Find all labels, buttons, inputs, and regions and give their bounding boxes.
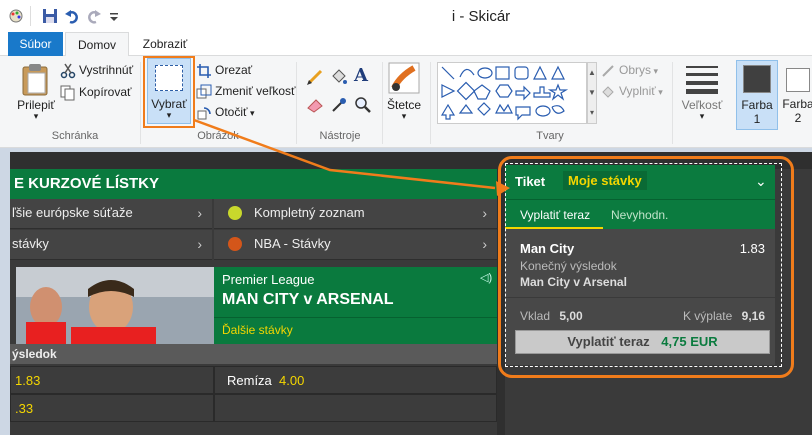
sidebar-item-bets[interactable]: stávky › <box>10 230 212 260</box>
outline-button[interactable]: Obrys ▾ <box>600 60 658 80</box>
player-photo <box>16 267 214 345</box>
brush-icon[interactable] <box>388 62 420 94</box>
row-label: stávky <box>12 236 49 251</box>
row-label: NBA - Stávky <box>254 236 331 251</box>
copy-label: Kopírovať <box>79 85 132 99</box>
title-bar: i - Skicár <box>0 0 812 32</box>
outline-icon <box>602 65 614 77</box>
color2-label: Farba <box>782 97 812 111</box>
color1-number: 1 <box>753 112 761 126</box>
shapes-grid-icon <box>440 65 569 121</box>
color1-label: Farba <box>741 98 773 112</box>
tennis-ball-icon <box>228 206 242 220</box>
copy-button[interactable]: Kopírovať <box>60 82 132 102</box>
group-separator <box>296 62 297 144</box>
draw-label: Remíza <box>227 373 272 388</box>
text-tool-icon[interactable]: A <box>354 65 368 86</box>
brushes-dropdown-icon[interactable]: ▾ <box>382 111 426 122</box>
tab-home[interactable]: Domov <box>65 32 129 57</box>
more-bets-link[interactable]: Ďalšie stávky <box>222 323 293 337</box>
magnifier-icon[interactable] <box>354 96 372 114</box>
color1-button[interactable]: Farba 1 <box>736 60 778 130</box>
chevron-right-icon: › <box>197 236 202 252</box>
row-label: Kompletný zoznam <box>254 205 365 220</box>
odd-draw[interactable]: Remíza 4.00 <box>214 366 497 394</box>
crop-icon <box>197 63 211 78</box>
match-title: MAN CITY v ARSENAL <box>222 291 394 308</box>
league-name: Premier League <box>222 272 315 287</box>
paste-button[interactable]: Prilepiť <box>14 98 58 112</box>
brushes-button[interactable]: Štetce <box>382 98 426 112</box>
draw-value: 4.00 <box>279 373 305 388</box>
group-separator <box>430 62 431 144</box>
odd-home-value: 1.83 <box>15 373 41 388</box>
fill-label: Vyplniť <box>619 84 656 98</box>
outline-label: Obrys <box>619 63 652 77</box>
color2-number: 2 <box>794 111 802 125</box>
shapes-group-label: Tvary <box>536 130 564 142</box>
pencil-icon[interactable] <box>306 68 324 86</box>
betting-header: E KURZOVÉ LÍSTKY <box>14 175 160 192</box>
odd-empty <box>214 394 497 422</box>
color1-swatch <box>743 65 771 93</box>
crop-label: Orezať <box>215 63 253 77</box>
rotate-button[interactable]: Otočiť ▾ <box>196 102 255 122</box>
tools-group-label: Nástroje <box>319 130 361 142</box>
resize-label: Zmeniť veľkosť <box>215 84 296 98</box>
copy-icon <box>60 85 75 101</box>
group-separator <box>672 62 673 144</box>
rotate-label: Otočiť <box>215 105 248 119</box>
rotate-dropdown-icon: ▾ <box>247 108 255 118</box>
shapes-gallery[interactable] <box>437 62 587 124</box>
cut-button[interactable]: Vystrihnúť <box>60 60 133 80</box>
row-label: ľšie európske súťaže <box>12 205 133 220</box>
fill-dropdown-icon: ▾ <box>655 87 663 97</box>
eraser-icon[interactable] <box>306 96 324 114</box>
image-group-label: Obrázok <box>197 130 239 142</box>
odd-away[interactable]: .33 <box>10 394 214 422</box>
chevron-right-icon: › <box>197 205 202 221</box>
chevron-right-icon: › <box>482 236 487 252</box>
size-button[interactable]: Veľkosť <box>676 98 728 112</box>
highlight-ticket <box>498 156 794 378</box>
resize-icon <box>196 84 212 99</box>
cut-label: Vystrihnúť <box>79 63 134 77</box>
odd-away-value: .33 <box>15 401 34 416</box>
chevron-right-icon: › <box>482 205 487 221</box>
paste-dropdown-icon[interactable]: ▾ <box>14 111 58 122</box>
sidebar-item-full-list[interactable]: Kompletný zoznam › <box>214 199 497 229</box>
basketball-icon <box>228 237 242 251</box>
rotate-icon <box>197 107 211 120</box>
window-title: i - Skicár <box>451 8 511 25</box>
match-card[interactable]: Premier League MAN CITY v ARSENAL ◁) Ďal… <box>214 267 497 344</box>
divider <box>214 317 497 318</box>
outline-dropdown-icon: ▾ <box>651 66 659 76</box>
betting-header-bar: E KURZOVÉ LÍSTKY <box>10 169 497 199</box>
sidebar-item-european[interactable]: ľšie európske súťaže › <box>10 199 212 229</box>
sound-icon[interactable]: ◁) <box>480 271 492 284</box>
color-picker-icon[interactable] <box>330 96 348 114</box>
sidebar-item-nba[interactable]: NBA - Stávky › <box>214 230 497 260</box>
result-bar: ýsledok <box>10 344 497 364</box>
size-dropdown-icon[interactable]: ▾ <box>676 111 728 122</box>
shapes-scrollbar[interactable]: ▲ ▼ ▾ <box>587 62 597 124</box>
crop-button[interactable]: Orezať <box>196 60 252 80</box>
size-icon[interactable] <box>686 62 718 94</box>
ribbon: Prilepiť ▾ Vystrihnúť Kopírovať Schránka… <box>0 56 812 148</box>
fill-icon <box>602 86 614 98</box>
color2-swatch <box>786 68 810 92</box>
group-separator <box>140 62 141 144</box>
paste-icon[interactable] <box>20 62 50 96</box>
color2-button[interactable]: Farba 2 <box>780 60 812 130</box>
highlight-select-tool <box>143 56 195 128</box>
tab-file[interactable]: Súbor <box>8 32 63 56</box>
tab-view[interactable]: Zobraziť <box>133 32 197 56</box>
ribbon-tabs: Súbor Domov Zobraziť <box>0 32 812 57</box>
scissors-icon <box>60 63 76 79</box>
fill-button[interactable]: Vyplniť ▾ <box>600 81 663 101</box>
odd-home[interactable]: 1.83 <box>10 366 214 394</box>
resize-button[interactable]: Zmeniť veľkosť <box>196 81 296 101</box>
clipboard-group-label: Schránka <box>51 130 99 142</box>
fill-bucket-icon[interactable] <box>330 68 348 86</box>
